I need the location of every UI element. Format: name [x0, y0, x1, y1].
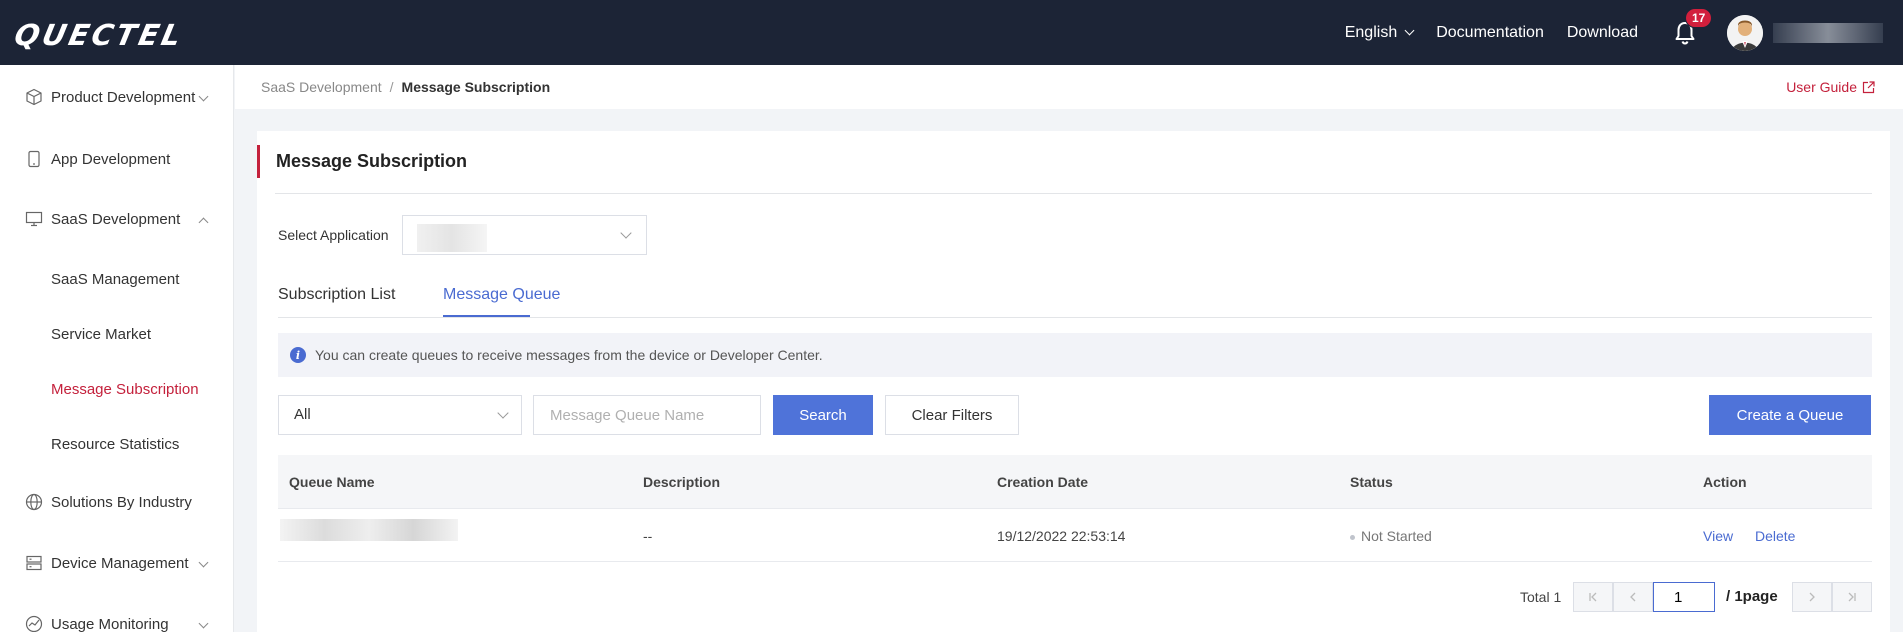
gauge-icon: [25, 615, 43, 632]
breadcrumb-current: Message Subscription: [401, 79, 551, 95]
status-text: Not Started: [1361, 528, 1432, 544]
chevron-down-icon: [620, 227, 632, 239]
language-label: English: [1344, 23, 1398, 41]
last-page-icon: [1848, 592, 1856, 602]
chevron-down-icon: [1404, 25, 1415, 35]
page-number-input[interactable]: [1653, 582, 1715, 612]
pagination-page-count: / 1page: [1726, 588, 1778, 605]
language-selector[interactable]: English: [1344, 23, 1415, 42]
username-redacted[interactable]: [1773, 22, 1883, 43]
globe-icon: [25, 493, 43, 511]
sidebar-subitem-message-subscription[interactable]: Message Subscription: [51, 381, 199, 398]
sidebar-item-usage-monitoring[interactable]: Usage Monitoring: [0, 604, 234, 632]
select-application-label: Select Application: [278, 227, 389, 243]
top-navigation-bar: QUECTEL English Documentation Download 1…: [0, 0, 1903, 65]
next-page-button[interactable]: [1792, 582, 1832, 612]
sidebar-item-saas-development[interactable]: SaaS Development: [0, 199, 234, 239]
sidebar-item-solutions-by-industry[interactable]: Solutions By Industry: [0, 482, 234, 522]
clear-filters-button[interactable]: Clear Filters: [885, 395, 1019, 435]
column-header-creation-date: Creation Date: [997, 474, 1089, 490]
sidebar-subitem-service-market[interactable]: Service Market: [51, 326, 151, 343]
chevron-down-icon: [497, 407, 509, 419]
info-banner: i You can create queues to receive messa…: [278, 333, 1872, 377]
delete-link[interactable]: Delete: [1755, 528, 1795, 544]
application-value-redacted: [417, 224, 487, 252]
status-badge: Not Started: [1350, 528, 1432, 544]
queue-creation-date: 19/12/2022 22:53:14: [997, 528, 1126, 544]
info-icon: i: [290, 347, 306, 363]
notification-count-badge: 17: [1685, 7, 1713, 28]
queue-type-select[interactable]: All: [278, 395, 522, 435]
select-application-dropdown[interactable]: [402, 215, 647, 255]
chevron-down-icon: [198, 618, 209, 629]
tabs-baseline: [278, 317, 1872, 318]
table-header: Queue Name Description Creation Date Sta…: [278, 455, 1872, 509]
column-header-status: Status: [1350, 474, 1393, 490]
download-link[interactable]: Download: [1567, 24, 1638, 42]
sidebar-item-product-development[interactable]: Product Development: [0, 77, 234, 117]
sidebar-item-label: App Development: [51, 150, 171, 168]
avatar[interactable]: [1727, 14, 1763, 51]
tab-subscription-list[interactable]: Subscription List: [278, 286, 395, 304]
user-guide-label: User Guide: [1786, 79, 1857, 95]
pagination-total: Total 1: [1520, 589, 1562, 605]
column-header-description: Description: [643, 474, 721, 490]
queue-name-redacted: [280, 519, 458, 541]
active-tab-indicator: [443, 315, 530, 317]
chevron-right-icon: [1809, 592, 1815, 602]
user-avatar-icon: [1727, 14, 1763, 51]
info-text: You can create queues to receive message…: [315, 347, 823, 363]
breadcrumb: SaaS Development / Message Subscription: [261, 79, 550, 95]
sidebar-item-label: Product Development: [51, 88, 196, 106]
column-header-queue-name: Queue Name: [289, 474, 375, 490]
sidebar-subitem-resource-statistics[interactable]: Resource Statistics: [51, 436, 179, 453]
page-title: Message Subscription: [257, 145, 467, 178]
status-dot-icon: [1350, 534, 1355, 540]
quectel-logo[interactable]: QUECTEL: [11, 18, 187, 52]
sidebar-subitem-saas-management[interactable]: SaaS Management: [51, 271, 179, 288]
title-divider: [275, 193, 1872, 194]
first-page-button[interactable]: [1573, 582, 1613, 612]
chevron-down-icon: [198, 91, 209, 102]
queue-type-value: All: [294, 406, 311, 423]
notifications-button[interactable]: 17: [1673, 7, 1713, 46]
last-page-button[interactable]: [1832, 582, 1872, 612]
sidebar-item-label: SaaS Development: [51, 210, 181, 228]
sidebar: Product Development App Development SaaS…: [0, 65, 234, 632]
sidebar-item-app-development[interactable]: App Development: [0, 139, 234, 179]
user-guide-link[interactable]: User Guide: [1786, 79, 1875, 95]
queue-name-input[interactable]: [533, 395, 761, 435]
search-button[interactable]: Search: [773, 395, 873, 435]
create-queue-button[interactable]: Create a Queue: [1709, 395, 1871, 435]
breadcrumb-bar: SaaS Development / Message Subscription Us…: [235, 65, 1903, 109]
documentation-link[interactable]: Documentation: [1436, 24, 1544, 42]
sidebar-item-label: Solutions By Industry: [51, 493, 192, 511]
server-icon: [26, 555, 42, 571]
first-page-icon: [1589, 592, 1597, 602]
queue-description: --: [643, 528, 653, 544]
view-link[interactable]: View: [1703, 528, 1733, 544]
column-header-action: Action: [1703, 474, 1747, 490]
monitor-icon: [25, 211, 43, 227]
previous-page-button[interactable]: [1613, 582, 1653, 612]
table-row: -- 19/12/2022 22:53:14 Not Started View …: [278, 509, 1872, 562]
sidebar-item-label: Usage Monitoring: [51, 615, 169, 632]
external-link-icon: [1862, 80, 1875, 93]
sidebar-item-device-management[interactable]: Device Management: [0, 543, 234, 583]
sidebar-item-label: Device Management: [51, 554, 189, 572]
breadcrumb-parent[interactable]: SaaS Development: [261, 79, 382, 95]
breadcrumb-separator: /: [389, 79, 394, 95]
top-nav-links: English Documentation Download 17: [1345, 0, 1903, 65]
chevron-left-icon: [1630, 592, 1636, 602]
mobile-icon: [28, 150, 40, 168]
chevron-down-icon: [198, 557, 209, 568]
cube-icon: [26, 88, 42, 106]
tab-message-queue[interactable]: Message Queue: [443, 286, 560, 304]
chevron-up-icon: [198, 217, 209, 228]
main-content-card: Message Subscription Select Application …: [257, 131, 1890, 632]
